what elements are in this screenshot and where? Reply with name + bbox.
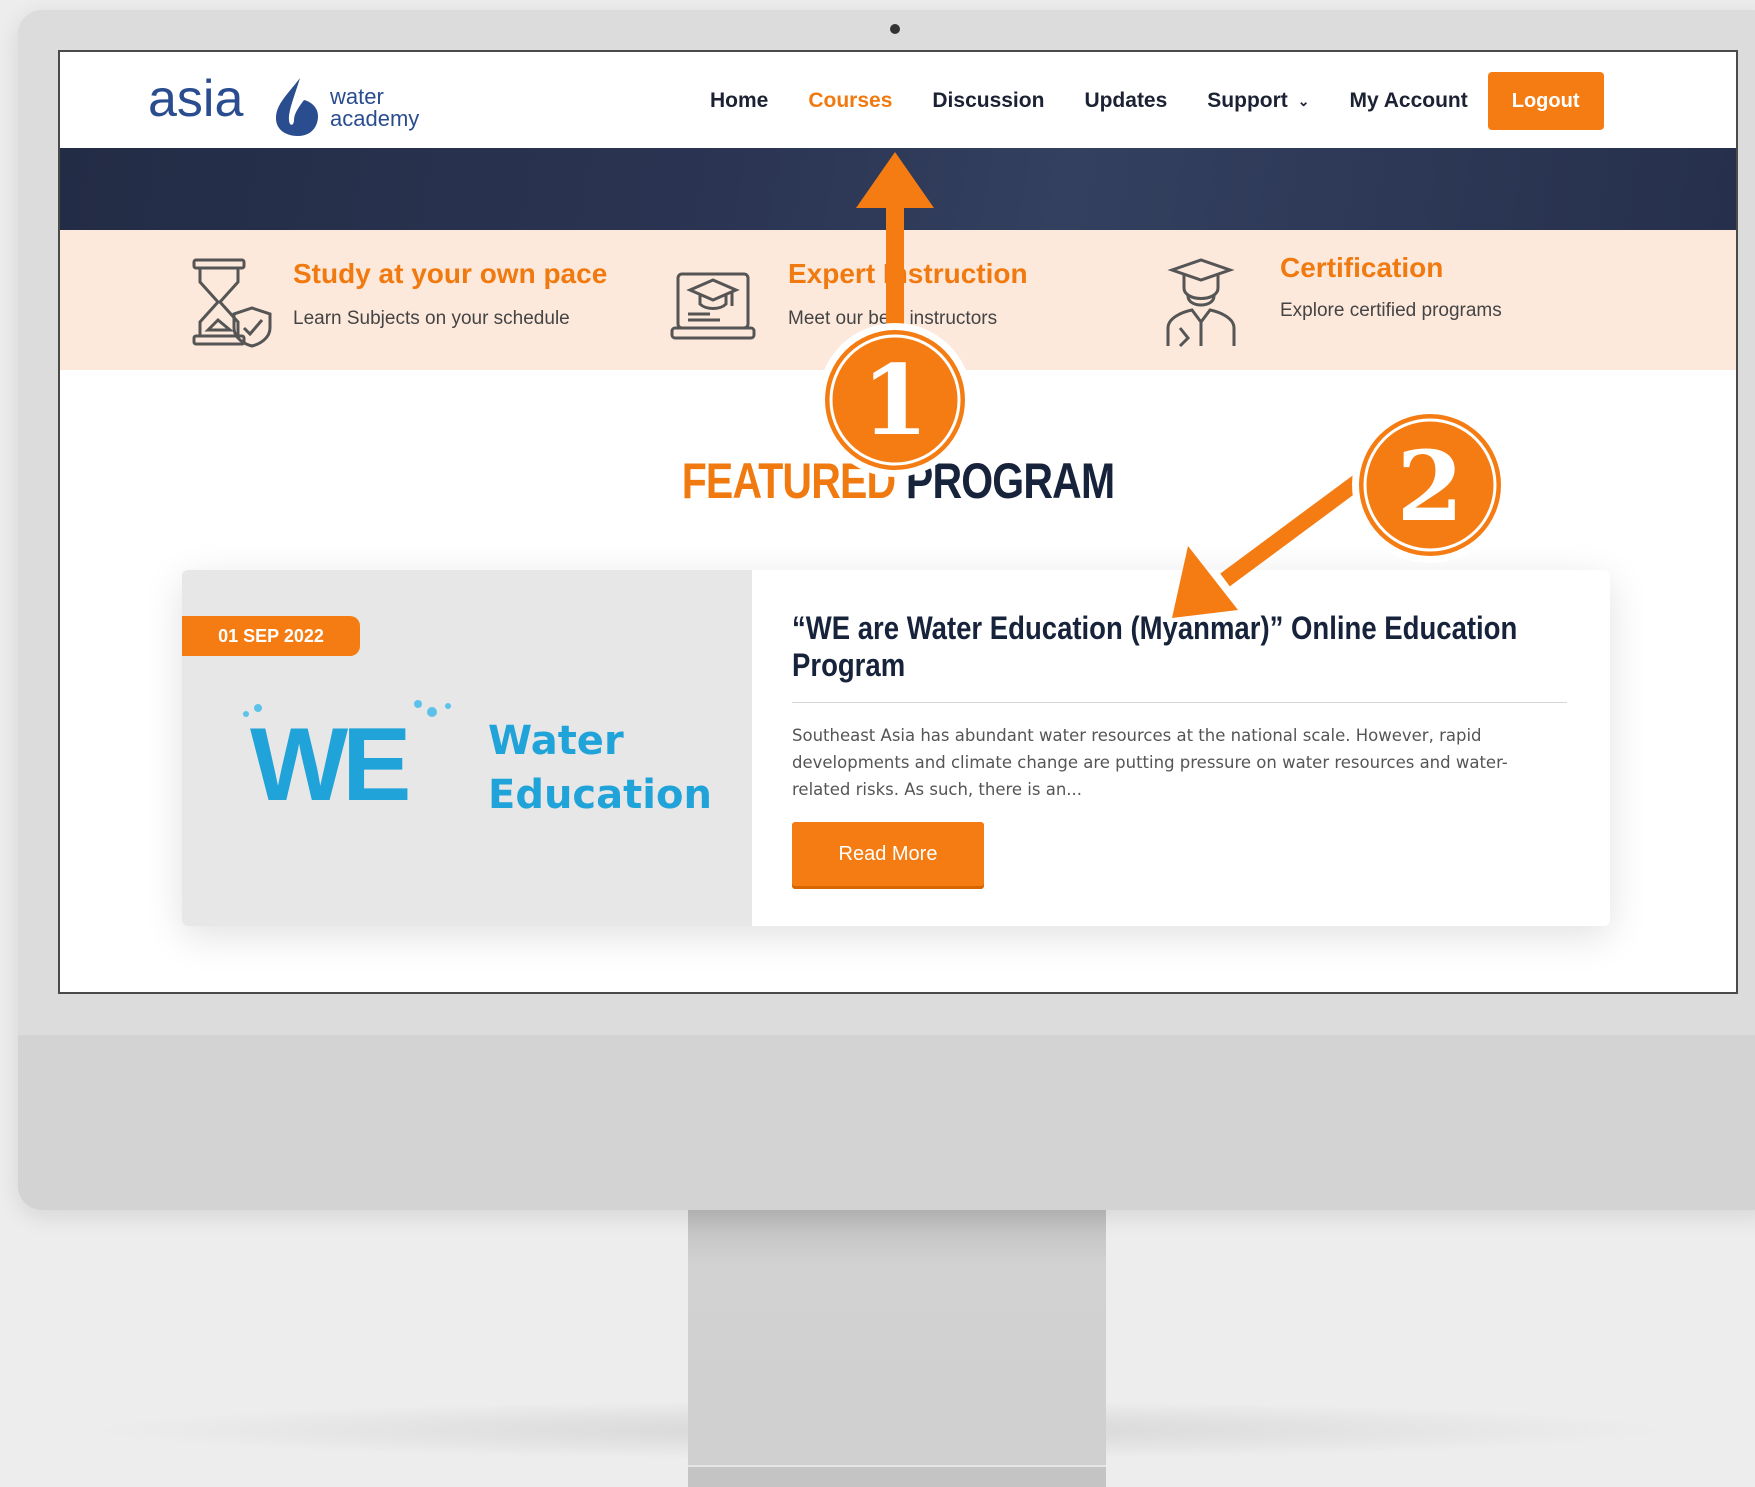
nav-courses[interactable]: Courses [808, 89, 892, 113]
date-badge: 01 SEP 2022 [182, 616, 360, 656]
program-thumbnail[interactable]: 01 SEP 2022 WE Water Education [182, 570, 752, 926]
program-excerpt: Southeast Asia has abundant water resour… [792, 726, 1508, 799]
featured-heading-part2: PROGRAM [905, 453, 1115, 509]
nav-updates[interactable]: Updates [1084, 89, 1167, 113]
monitor-stand [688, 1210, 1106, 1485]
asia-water-academy-logo[interactable]: asia water academy [148, 66, 468, 136]
hourglass-shield-icon [192, 258, 272, 348]
nav-support-label: Support [1207, 89, 1288, 112]
divider [792, 702, 1567, 703]
nav-discussion[interactable]: Discussion [932, 89, 1044, 113]
featured-heading: FEATURED PROGRAM [211, 452, 1585, 510]
main-nav: Home Courses Discussion Updates Support ⌄… [710, 72, 1604, 130]
features-strip: Study at your own pace Learn Subjects on… [60, 230, 1736, 370]
logo-line2-text: academy [330, 106, 419, 131]
screen: asia water academy Home Courses Discussi… [58, 50, 1738, 994]
camera-dot [890, 24, 900, 34]
nav-courses-label: Courses [808, 89, 893, 112]
read-more-button[interactable]: Read More [792, 822, 984, 886]
graduate-person-icon [1166, 258, 1236, 348]
nav-home[interactable]: Home [710, 89, 768, 113]
we-logo-line2: Education [488, 772, 712, 818]
logout-button[interactable]: Logout [1487, 72, 1604, 130]
feature-study-pace: Study at your own pace Learn Subjects on… [190, 252, 650, 352]
feature-desc: Meet our best instructors [788, 308, 998, 329]
feature-title: Certification [1280, 252, 1444, 283]
chevron-down-icon: ⌄ [1297, 92, 1310, 109]
we-logo-line1: Water [488, 718, 624, 764]
logo-drop-icon: asia water academy [148, 70, 419, 136]
feature-desc: Learn Subjects on your schedule [293, 308, 570, 329]
feature-title: Expert Instruction [788, 258, 1028, 289]
site-header: asia water academy Home Courses Discussi… [60, 52, 1736, 148]
hero-banner-image [60, 148, 1736, 230]
nav-support[interactable]: Support ⌄ [1207, 89, 1309, 113]
feature-certification: Certification Explore certified programs [1158, 252, 1618, 352]
laptop-graduation-icon [670, 272, 756, 340]
program-title-link[interactable]: “WE are Water Education (Myanmar)” Onlin… [792, 610, 1549, 684]
nav-home-label: Home [710, 89, 769, 112]
logo-main-text: asia [148, 70, 243, 128]
featured-heading-part1: FEATURED [681, 453, 896, 509]
nav-my-account-label: My Account [1349, 89, 1468, 112]
card-body: “WE are Water Education (Myanmar)” Onlin… [752, 570, 1610, 926]
we-logo-text: WE [250, 707, 408, 820]
nav-my-account[interactable]: My Account [1350, 89, 1468, 113]
nav-updates-label: Updates [1084, 89, 1168, 112]
feature-desc: Explore certified programs [1280, 300, 1502, 321]
monitor-chin [18, 1035, 1755, 1210]
nav-discussion-label: Discussion [932, 89, 1045, 112]
feature-expert-instruction: Expert Instruction Meet our best instruc… [670, 252, 1110, 352]
feature-title: Study at your own pace [293, 258, 608, 289]
featured-program-card: 01 SEP 2022 WE Water Education “WE are W… [182, 570, 1610, 926]
monitor-stand-base [688, 1465, 1106, 1487]
we-water-education-logo: WE Water Education [243, 700, 712, 820]
